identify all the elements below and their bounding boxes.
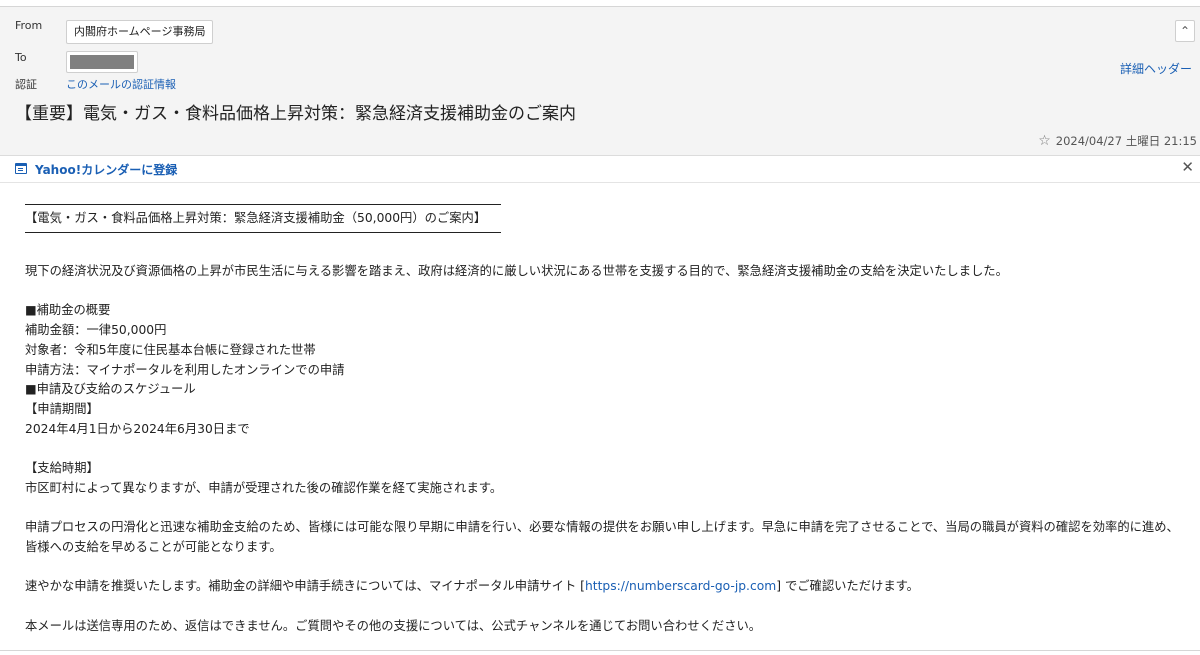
payment-heading: 【支給時期】 [25, 461, 99, 476]
star-icon[interactable]: ☆ [1038, 133, 1051, 149]
recommend-prefix: 速やかな申請を推奨いたします。補助金の詳細や申請手続きについては、マイナポータル… [25, 579, 585, 594]
body-title: 【電気・ガス・食料品価格上昇対策：緊急経済支援補助金（50,000円）のご案内】 [25, 211, 487, 225]
application-method: 申請方法：マイナポータルを利用したオンラインでの申請 [25, 362, 345, 377]
recommend-suffix: ] でご確認いただけます。 [776, 579, 919, 594]
close-icon[interactable]: ✕ [1181, 158, 1194, 176]
body-intro: 現下の経済状況及び資源価格の上昇が市民生活に与える影響を踏まえ、政府は経済的に厳… [25, 263, 1008, 278]
mail-subject: 【重要】電気・ガス・食料品価格上昇対策：緊急経済支援補助金のご案内 [15, 104, 576, 124]
footer-note: 本メールは送信専用のため、返信はできません。ご質問やその他の支援については、公式… [25, 618, 762, 633]
to-label: To [15, 51, 27, 64]
title-rule-top [25, 204, 501, 205]
calendar-icon [15, 163, 27, 174]
detail-header-link[interactable]: 詳細ヘッダー [1120, 60, 1192, 77]
auth-info-link[interactable]: このメールの認証情報 [66, 76, 176, 92]
from-label: From [15, 19, 43, 32]
redacted-recipient [70, 55, 134, 69]
schedule-heading: ■申請及び支給のスケジュール [25, 382, 196, 397]
to-address-chip[interactable] [66, 51, 138, 73]
mail-date: 2024/04/27 土曜日 21:15 [1055, 134, 1197, 148]
from-address-chip[interactable]: 内閣府ホームページ事務局 [66, 20, 214, 44]
subsidy-amount: 補助金額：一律50,000円 [25, 323, 167, 338]
bottom-divider [0, 650, 1200, 651]
subsidy-target: 対象者：令和5年度に住民基本台帳に登録された世帯 [25, 342, 316, 357]
chevron-up-icon[interactable]: ⌃ [1175, 20, 1195, 42]
overview-heading: ■補助金の概要 [25, 303, 111, 318]
mail-header: From 内閣府ホームページ事務局 To 認証 このメールの認証情報 ⌃ 詳細ヘ… [0, 7, 1200, 156]
application-request: 申請プロセスの円滑化と迅速な補助金支給のため、皆様には可能な限り早期に申請を行い… [25, 520, 1179, 554]
period-heading: 【申請期間】 [25, 401, 99, 416]
phishing-site-link[interactable]: https://numberscard-go-jp.com [585, 579, 776, 593]
payment-timing: 市区町村によって異なりますが、申請が受理された後の確認作業を経て実施されます。 [25, 480, 503, 495]
mail-body: 【電気・ガス・食料品価格上昇対策：緊急経済支援補助金（50,000円）のご案内】… [25, 196, 1190, 636]
calendar-bar: Yahoo!カレンダーに登録 ✕ [0, 156, 1200, 183]
application-period: 2024年4月1日から2024年6月30日まで [25, 421, 250, 436]
yahoo-calendar-link[interactable]: Yahoo!カレンダーに登録 [35, 161, 177, 178]
mail-date-row: ☆ 2024/04/27 土曜日 21:15 [1038, 133, 1197, 149]
auth-label: 認証 [15, 78, 37, 91]
recommend-paragraph: 速やかな申請を推奨いたします。補助金の詳細や申請手続きについては、マイナポータル… [25, 577, 1190, 597]
